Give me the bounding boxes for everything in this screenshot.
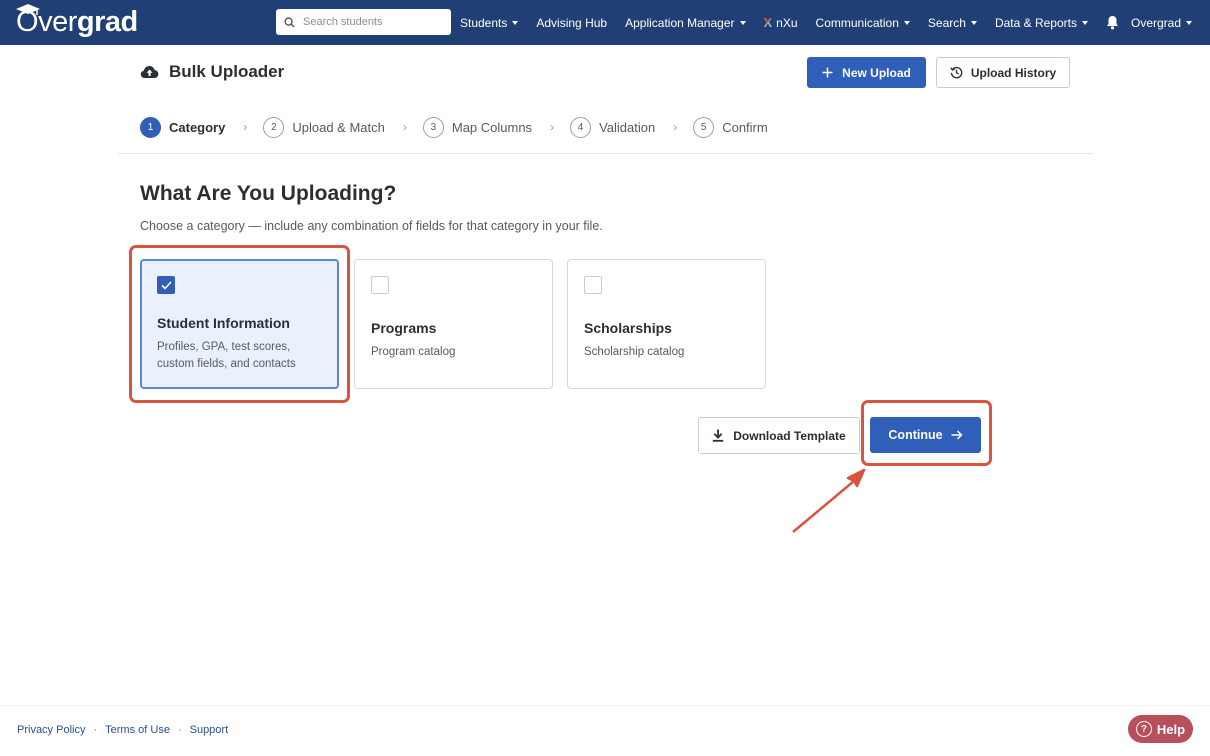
overgrad-logo[interactable]: Over grad	[16, 4, 138, 38]
search-input[interactable]	[303, 16, 443, 28]
chevron-right-icon: ›	[402, 120, 407, 134]
chevron-right-icon: ›	[550, 120, 555, 134]
arrow-right-icon	[951, 430, 963, 440]
step-number: 5	[693, 116, 715, 138]
download-icon	[713, 429, 724, 442]
footer-separator: ·	[93, 724, 98, 736]
caret-down-icon	[739, 21, 746, 25]
logo-ver: ver	[38, 5, 77, 38]
step-number: 4	[570, 116, 592, 138]
cloud-upload-icon	[140, 66, 159, 78]
nav-item-data-reports[interactable]: Data & Reports	[995, 16, 1088, 30]
checkmark-icon	[160, 280, 172, 290]
download-template-button[interactable]: Download Template	[698, 417, 860, 454]
nav-item-advising-hub[interactable]: Advising Hub	[536, 16, 607, 30]
bell-icon	[1106, 16, 1118, 30]
chevron-right-icon: ›	[673, 120, 678, 134]
nav-item-students[interactable]: Students	[460, 16, 519, 30]
help-button[interactable]: ? Help	[1128, 715, 1193, 743]
step-label: Confirm	[722, 119, 768, 135]
nav-item-communication[interactable]: Communication	[816, 16, 910, 30]
step-upload-match[interactable]: 2 Upload & Match	[263, 116, 385, 138]
graduation-cap-icon	[16, 4, 40, 15]
user-menu[interactable]: Overgrad	[1131, 16, 1193, 30]
top-navbar: Overgrad Students Advising Hub Applicati…	[0, 0, 1210, 45]
support-link[interactable]: Support	[190, 724, 229, 736]
upload-history-button[interactable]: Upload History	[936, 57, 1070, 88]
footer-divider	[0, 705, 1210, 706]
category-title: Scholarships	[584, 320, 672, 336]
step-label: Category	[169, 119, 226, 135]
page-title: Bulk Uploader	[140, 62, 284, 82]
nav-item-search[interactable]: Search	[928, 16, 977, 30]
category-card-scholarships[interactable]: Scholarships Scholarship catalog	[567, 259, 766, 389]
step-label: Validation	[599, 119, 656, 135]
category-description: Scholarship catalog	[584, 346, 685, 358]
category-title: Student Information	[157, 315, 290, 331]
new-upload-button[interactable]: New Upload	[807, 57, 926, 88]
step-number: 2	[263, 116, 285, 138]
notifications-button[interactable]	[1106, 15, 1119, 30]
search-icon	[284, 16, 295, 28]
nav-item-nxu[interactable]: XnXu	[764, 15, 798, 30]
chevron-right-icon: ›	[243, 120, 248, 134]
category-title: Programs	[371, 320, 437, 336]
section-divider	[118, 153, 1093, 154]
plus-icon	[822, 67, 833, 78]
privacy-policy-link[interactable]: Privacy Policy	[17, 724, 85, 736]
step-map-columns[interactable]: 3 Map Columns	[422, 116, 533, 138]
nav-item-application-manager[interactable]: Application Manager	[625, 16, 746, 30]
step-label: Map Columns	[451, 119, 533, 135]
nxu-logo-icon: X	[763, 15, 773, 30]
history-icon	[950, 66, 963, 79]
progress-stepper: 1 Category › 2 Upload & Match › 3 Map Co…	[140, 116, 768, 138]
category-checkbox[interactable]	[371, 276, 389, 294]
caret-down-icon	[903, 21, 910, 25]
step-confirm[interactable]: 5 Confirm	[693, 116, 768, 138]
caret-down-icon	[1081, 21, 1088, 25]
step-category[interactable]: 1 Category	[140, 116, 226, 138]
search-box[interactable]	[276, 9, 451, 35]
caret-down-icon	[512, 21, 519, 25]
section-heading: What Are You Uploading?	[140, 182, 397, 205]
step-validation[interactable]: 4 Validation	[570, 116, 656, 138]
section-subtext: Choose a category — include any combinat…	[140, 219, 603, 233]
continue-button[interactable]: Continue	[870, 417, 981, 453]
nav-menu: Students Advising Hub Application Manage…	[460, 0, 1210, 45]
logo-grad: grad	[76, 5, 138, 38]
footer-links: Privacy Policy · Terms of Use · Support	[17, 724, 228, 736]
footer-separator: ·	[177, 724, 182, 736]
category-card-student-information[interactable]: Student Information Profiles, GPA, test …	[140, 259, 339, 389]
category-card-programs[interactable]: Programs Program catalog	[354, 259, 553, 389]
category-checkbox[interactable]	[157, 276, 175, 294]
caret-down-icon	[1186, 21, 1193, 25]
step-label: Upload & Match	[292, 119, 385, 135]
page-title-text: Bulk Uploader	[169, 62, 285, 81]
category-description: Profiles, GPA, test scores, custom field…	[157, 341, 296, 370]
step-number: 3	[422, 116, 444, 138]
caret-down-icon	[970, 21, 977, 25]
category-description: Program catalog	[371, 346, 456, 358]
category-checkbox[interactable]	[584, 276, 602, 294]
question-icon: ?	[1135, 721, 1152, 737]
step-number: 1	[140, 116, 161, 138]
terms-of-use-link[interactable]: Terms of Use	[105, 724, 170, 736]
